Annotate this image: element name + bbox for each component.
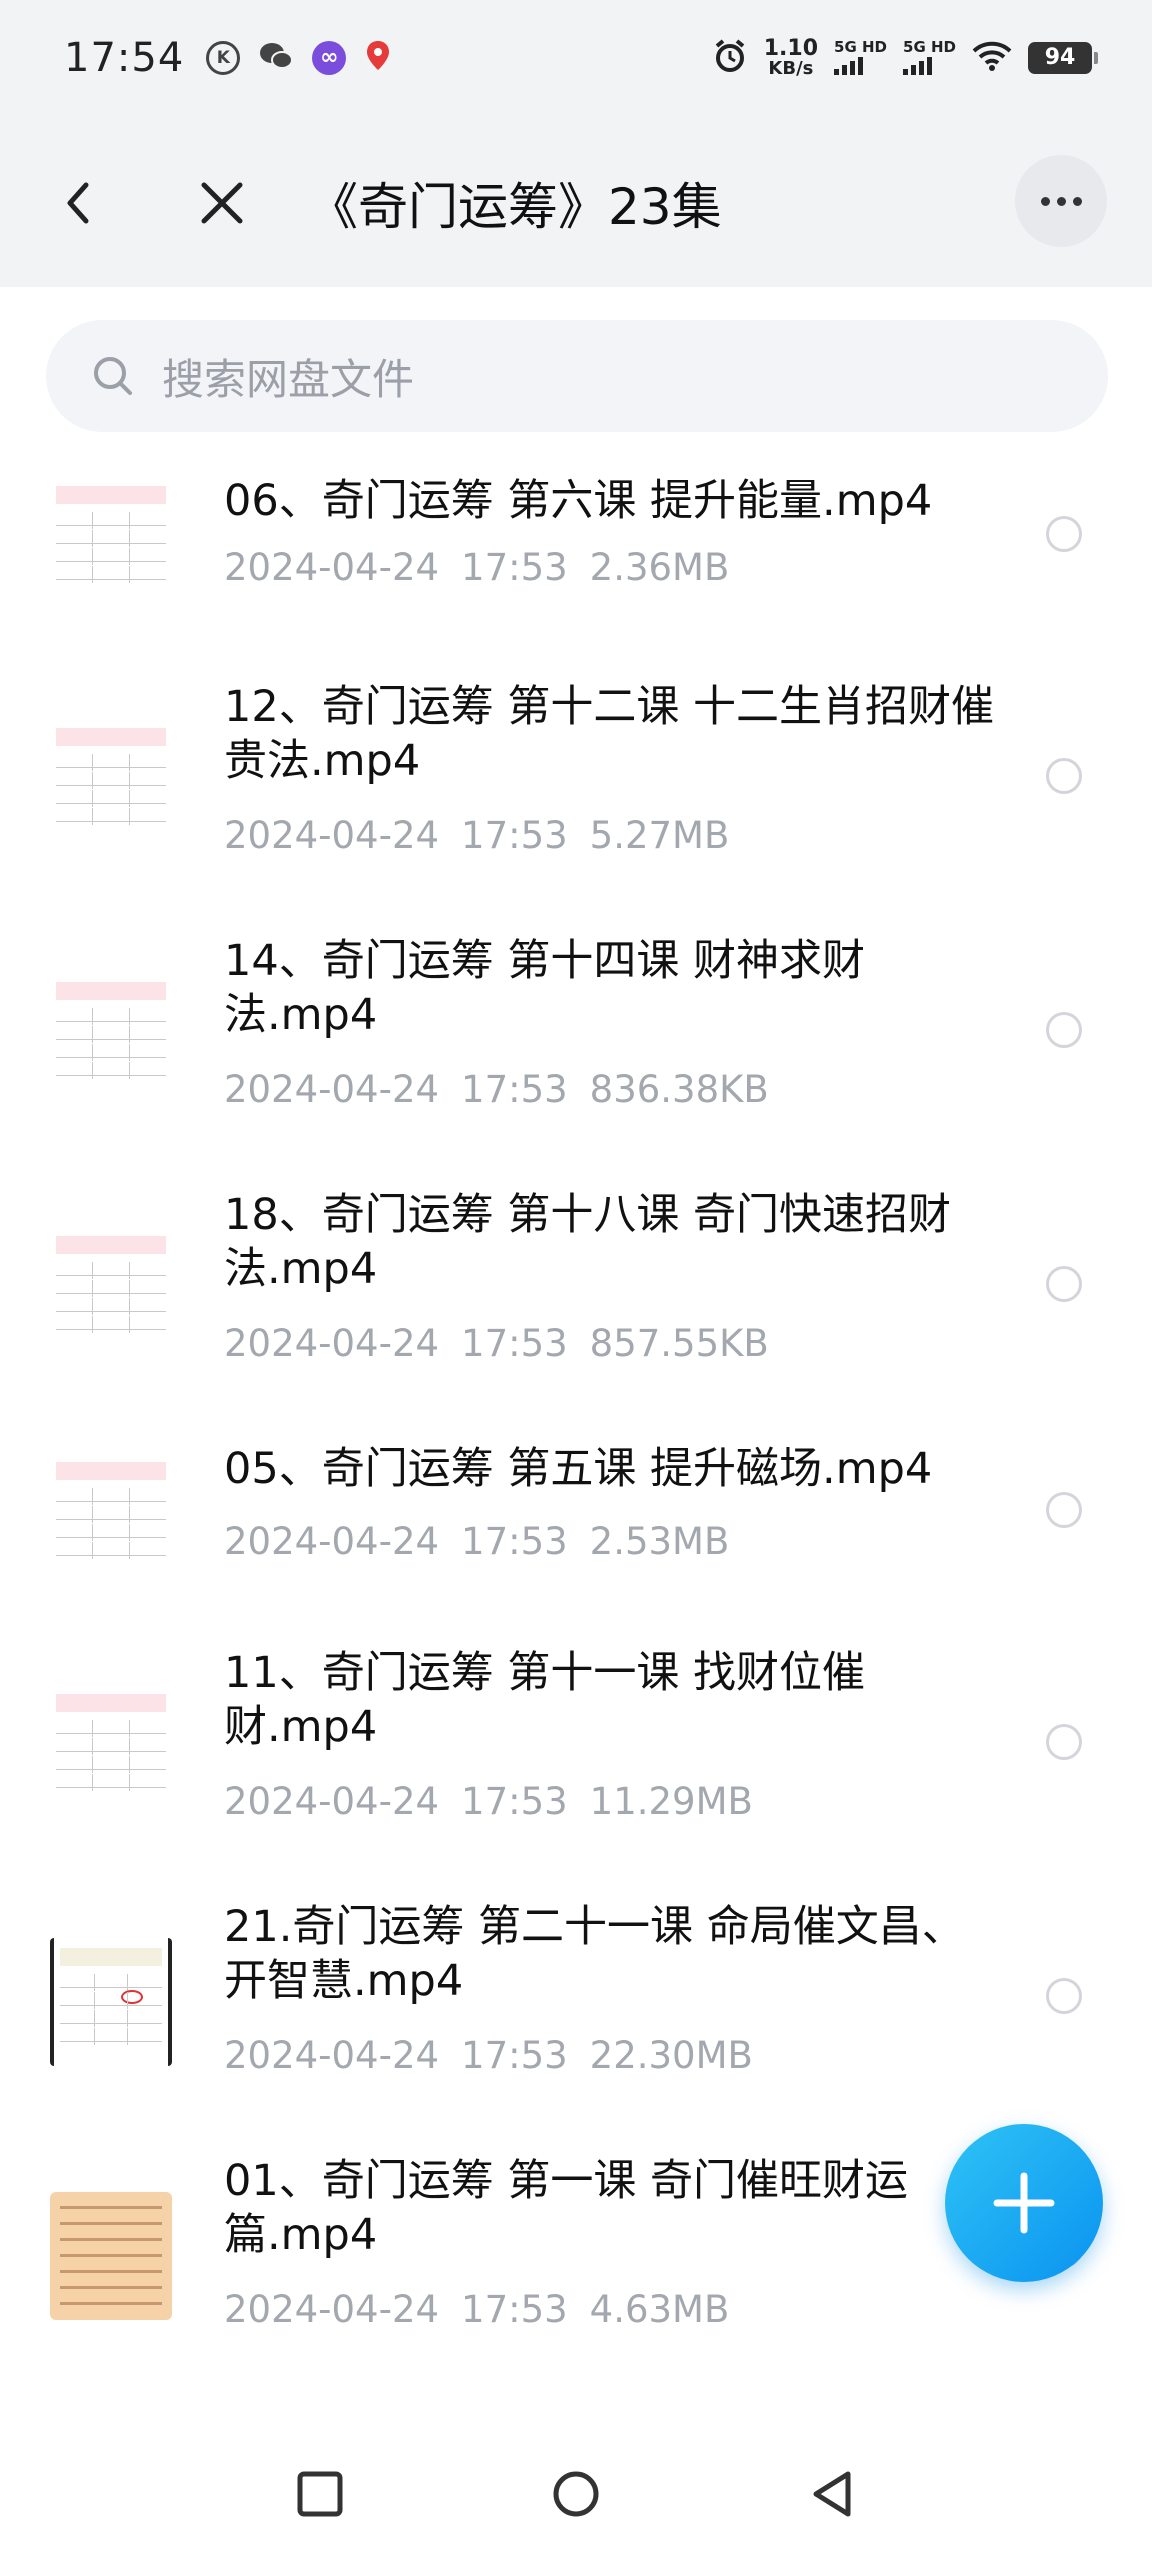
file-meta: 2024-04-24 17:53 11.29MB <box>224 1780 775 1823</box>
file-meta: 2024-04-24 17:53 836.38KB <box>224 1068 791 1111</box>
status-right: 1.10 KB/s 5G HD 5G HD 94 <box>712 35 1098 79</box>
video-thumbnail <box>50 972 172 1100</box>
video-thumbnail <box>50 476 172 604</box>
file-time: 17:53 <box>461 2288 568 2331</box>
back-button[interactable] <box>50 173 110 233</box>
file-name: 06、奇门运筹 第六课 提升能量.mp4 <box>224 476 933 526</box>
select-radio[interactable] <box>1046 1978 1082 2014</box>
plus-icon <box>993 2172 1055 2234</box>
file-time: 17:53 <box>461 2034 568 2077</box>
video-thumbnail <box>50 1226 172 1354</box>
sim1-label: 5G HD <box>834 38 888 56</box>
add-button[interactable] <box>945 2124 1103 2282</box>
video-thumbnail <box>50 2192 172 2320</box>
wifi-icon <box>972 40 1012 76</box>
file-name: 11、奇门运筹 第十一课 找财位催财.mp4 <box>224 1648 866 1752</box>
file-name: 05、奇门运筹 第五课 提升磁场.mp4 <box>224 1444 933 1494</box>
sim2-label: 5G HD <box>903 38 956 56</box>
file-meta: 2024-04-24 17:53 22.30MB <box>224 2034 775 2077</box>
file-meta: 2024-04-24 17:53 857.55KB <box>224 1322 791 1365</box>
more-dot-icon <box>1072 196 1082 206</box>
file-meta: 2024-04-24 17:53 2.36MB <box>224 546 751 589</box>
k-circle-icon: K <box>206 40 241 75</box>
close-icon <box>201 182 243 224</box>
file-meta: 2024-04-24 17:53 2.53MB <box>224 1520 751 1563</box>
file-name: 12、奇门运筹 第十二课 十二生肖招财催贵法.mp4 <box>224 682 995 786</box>
sim2-signal: 5G HD <box>903 40 956 75</box>
video-thumbnail <box>50 718 172 846</box>
location-pin-icon <box>364 39 392 77</box>
select-radio[interactable] <box>1046 1012 1082 1048</box>
select-radio[interactable] <box>1046 1266 1082 1302</box>
home-circle-icon <box>553 2471 599 2517</box>
page-title: 《奇门运筹》23集 <box>308 178 722 236</box>
file-date: 2024-04-24 <box>224 1520 440 1563</box>
status-bar: 17:54 K ∞ 1.10 KB/s 5G HD 5G HD 94 <box>0 0 1152 115</box>
video-thumbnail <box>50 1452 172 1580</box>
file-size: 22.30MB <box>589 2034 753 2077</box>
file-size: 11.29MB <box>589 1780 753 1823</box>
file-name: 14、奇门运筹 第十四课 财神求财法.mp4 <box>224 936 866 1040</box>
select-radio[interactable] <box>1046 758 1082 794</box>
infinity-app-icon: ∞ <box>312 40 347 75</box>
file-time: 17:53 <box>461 1780 568 1823</box>
home-button[interactable] <box>550 2468 602 2520</box>
chevron-left-icon <box>67 182 89 224</box>
file-time: 17:53 <box>461 1520 568 1563</box>
file-meta: 2024-04-24 17:53 5.27MB <box>224 814 751 857</box>
battery-indicator: 94 <box>1028 41 1098 74</box>
status-time: 17:54 <box>64 34 185 81</box>
select-radio[interactable] <box>1046 516 1082 552</box>
net-speed-value: 1.10 <box>763 35 819 61</box>
select-radio[interactable] <box>1046 1724 1082 1760</box>
back-nav-button[interactable] <box>806 2468 858 2520</box>
file-date: 2024-04-24 <box>224 546 440 589</box>
signal-bars-icon <box>903 57 933 75</box>
search-input[interactable]: 搜索网盘文件 <box>46 320 1108 432</box>
search-icon <box>94 357 132 395</box>
file-size: 4.63MB <box>589 2288 730 2331</box>
video-thumbnail <box>50 1938 172 2066</box>
file-time: 17:53 <box>461 546 568 589</box>
close-button[interactable] <box>192 173 252 233</box>
signal-bars-icon <box>834 57 864 75</box>
net-speed-unit: KB/s <box>768 57 814 79</box>
file-name: 21.奇门运筹 第二十一课 命局催文昌、开智慧.mp4 <box>224 1902 965 2006</box>
wechat-icon <box>258 39 294 77</box>
file-name: 01、奇门运筹 第一课 奇门催旺财运篇.mp4 <box>224 2156 909 2260</box>
more-dot-icon <box>1040 196 1050 206</box>
file-size: 5.27MB <box>589 814 730 857</box>
file-size: 857.55KB <box>589 1322 769 1365</box>
file-meta: 2024-04-24 17:53 4.63MB <box>224 2288 751 2331</box>
file-date: 2024-04-24 <box>224 2034 440 2077</box>
notification-icons: K ∞ <box>206 39 392 77</box>
more-dot-icon <box>1056 196 1066 206</box>
header-bar: 《奇门运筹》23集 <box>0 115 1152 287</box>
file-name: 18、奇门运筹 第十八课 奇门快速招财法.mp4 <box>224 1190 952 1294</box>
recents-button[interactable] <box>294 2468 346 2520</box>
file-date: 2024-04-24 <box>224 1780 440 1823</box>
recents-square-icon <box>297 2471 343 2517</box>
file-date: 2024-04-24 <box>224 2288 440 2331</box>
video-thumbnail <box>50 1684 172 1812</box>
sim1-signal: 5G HD <box>834 40 887 75</box>
back-triangle-icon <box>813 2471 851 2517</box>
file-size: 2.53MB <box>589 1520 730 1563</box>
file-time: 17:53 <box>461 814 568 857</box>
file-date: 2024-04-24 <box>224 814 440 857</box>
file-date: 2024-04-24 <box>224 1322 440 1365</box>
more-options-button[interactable] <box>1015 155 1107 247</box>
file-time: 17:53 <box>461 1068 568 1111</box>
search-placeholder: 搜索网盘文件 <box>162 354 415 404</box>
net-speed: 1.10 KB/s <box>763 35 819 79</box>
file-size: 836.38KB <box>589 1068 769 1111</box>
file-date: 2024-04-24 <box>224 1068 440 1111</box>
alarm-icon <box>712 38 748 78</box>
system-nav-bar <box>0 2420 1152 2560</box>
select-radio[interactable] <box>1046 1492 1082 1528</box>
file-size: 2.36MB <box>589 546 730 589</box>
file-time: 17:53 <box>461 1322 568 1365</box>
